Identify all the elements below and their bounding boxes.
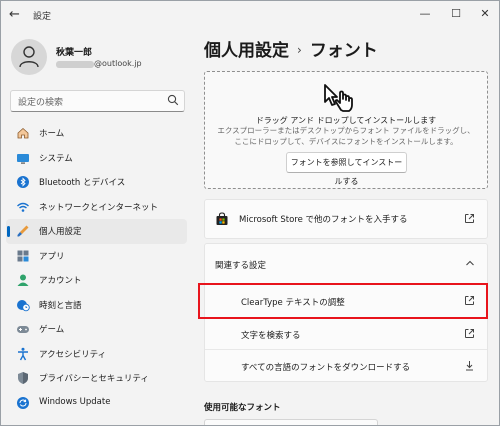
external-link-icon xyxy=(465,214,474,223)
maximize-button[interactable]: ☐ xyxy=(448,7,464,21)
home-icon xyxy=(17,127,29,139)
system-icon xyxy=(17,153,29,164)
related-item-label: すべての言語のフォントをダウンロードする xyxy=(241,363,411,373)
app-title: 設定 xyxy=(33,12,52,22)
sidebar-item-privacy[interactable]: プライバシーとセキュリティ xyxy=(6,366,187,391)
sidebar-item-label: アカウント xyxy=(39,276,82,286)
brush-icon xyxy=(17,225,29,237)
gamepad-icon xyxy=(17,326,29,333)
shield-icon xyxy=(18,372,28,384)
update-icon xyxy=(17,396,29,409)
sidebar-item-label: ホーム xyxy=(39,129,65,139)
back-arrow-icon[interactable]: ← xyxy=(9,8,23,22)
browse-install-fonts-button[interactable]: フォントを参照してインストールする xyxy=(286,152,407,186)
font-drop-zone[interactable]: ドラッグ アンド ドロップしてインストールします エクスプローラーまたはデスクト… xyxy=(204,71,488,189)
title-bar: ← 設定 — ☐ ✕ xyxy=(1,1,499,31)
drop-zone-description: エクスプローラーまたはデスクトップからフォント ファイルをドラッグし、ここにドロ… xyxy=(217,126,475,146)
sidebar-item-label: ゲーム xyxy=(39,325,65,335)
wifi-icon xyxy=(17,202,29,212)
sidebar-item-system[interactable]: システム xyxy=(6,146,187,171)
search-icon xyxy=(167,94,179,106)
sidebar-item-label: 時刻と言語 xyxy=(39,300,82,311)
account-icon xyxy=(17,274,29,286)
sidebar-item-home[interactable]: ホーム xyxy=(6,121,187,146)
email-domain: @outlook.jp xyxy=(94,59,142,68)
available-fonts-title: 使用可能なフォント xyxy=(204,403,281,413)
person-icon xyxy=(19,46,39,68)
store-link-label: Microsoft Store で他のフォントを入手する xyxy=(239,215,408,225)
font-search-input[interactable] xyxy=(204,419,378,425)
sidebar-item-bluetooth[interactable]: Bluetooth とデバイス xyxy=(6,170,187,195)
search-placeholder: 設定の検索 xyxy=(18,98,64,108)
sidebar-item-gaming[interactable]: ゲーム xyxy=(6,317,187,342)
sidebar-item-label: Windows Update xyxy=(39,396,111,407)
user-email: @outlook.jp xyxy=(56,59,156,71)
email-redaction xyxy=(56,61,94,68)
sidebar-item-network[interactable]: ネットワークとインターネット xyxy=(6,195,187,220)
annotation-highlight-box xyxy=(198,283,488,319)
sidebar-item-windows-update[interactable]: Windows Update xyxy=(6,391,187,416)
drag-hand-icon xyxy=(324,84,353,112)
download-all-fonts-link[interactable]: すべての言語のフォントをダウンロードする xyxy=(205,349,487,382)
character-search-link[interactable]: 文字を検索する xyxy=(205,317,487,350)
sidebar-item-label: アプリ xyxy=(39,251,65,262)
related-item-label: 文字を検索する xyxy=(241,331,301,341)
sidebar-item-label: システム xyxy=(39,153,73,164)
sidebar-item-label: ネットワークとインターネット xyxy=(39,202,159,213)
sidebar-nav: ホーム システム Bluetooth とデバイス ネットワークとインターネット xyxy=(6,121,187,415)
close-button[interactable]: ✕ xyxy=(477,7,493,21)
sidebar-item-label: アクセシビリティ xyxy=(39,349,107,360)
avatar xyxy=(11,39,47,75)
minimize-button[interactable]: — xyxy=(417,7,433,21)
page-title: フォント xyxy=(309,41,378,61)
external-link-icon xyxy=(465,329,474,338)
breadcrumb: 個人用設定 › フォント xyxy=(204,36,378,61)
sidebar-item-accounts[interactable]: アカウント xyxy=(6,268,187,293)
search-input[interactable]: 設定の検索 xyxy=(10,90,185,112)
sidebar-item-label: プライバシーとセキュリティ xyxy=(39,374,149,384)
sidebar-item-accessibility[interactable]: アクセシビリティ xyxy=(6,342,187,367)
chevron-up-icon[interactable] xyxy=(465,259,475,267)
download-icon xyxy=(466,361,473,371)
bluetooth-icon xyxy=(17,176,29,188)
store-icon xyxy=(216,212,228,225)
breadcrumb-parent[interactable]: 個人用設定 xyxy=(204,41,289,61)
globe-clock-icon xyxy=(17,299,30,311)
apps-icon xyxy=(17,250,29,261)
accessibility-icon xyxy=(18,347,28,360)
breadcrumb-separator-icon: › xyxy=(297,43,302,57)
sidebar-item-personalization[interactable]: 個人用設定 xyxy=(6,219,187,244)
microsoft-store-fonts-link[interactable]: Microsoft Store で他のフォントを入手する xyxy=(204,199,488,239)
sidebar-item-label: Bluetooth とデバイス xyxy=(39,178,126,188)
sidebar-item-time-language[interactable]: 時刻と言語 xyxy=(6,293,187,318)
sidebar-item-apps[interactable]: アプリ xyxy=(6,244,187,269)
user-name: 秋葉一郎 xyxy=(56,48,93,58)
sidebar-item-label: 個人用設定 xyxy=(39,227,82,237)
related-settings-title: 関連する設定 xyxy=(215,261,267,271)
settings-window: ← 設定 — ☐ ✕ 秋葉一郎 @outlook.jp 設定の検索 ホーム シス… xyxy=(0,0,500,426)
